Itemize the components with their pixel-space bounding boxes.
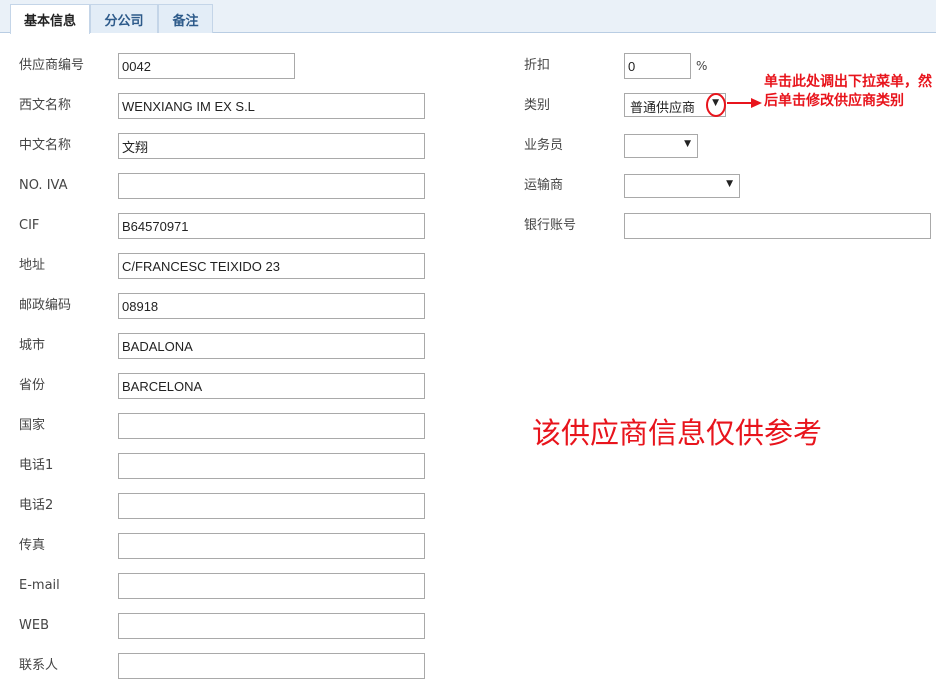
arrow-left-icon [751, 98, 762, 108]
annotation-note: 单击此处调出下拉菜单，然后单击修改供应商类别 [764, 74, 932, 109]
reference-watermark: 该供应商信息仅供参考 [532, 416, 823, 450]
highlight-circle [706, 93, 726, 117]
